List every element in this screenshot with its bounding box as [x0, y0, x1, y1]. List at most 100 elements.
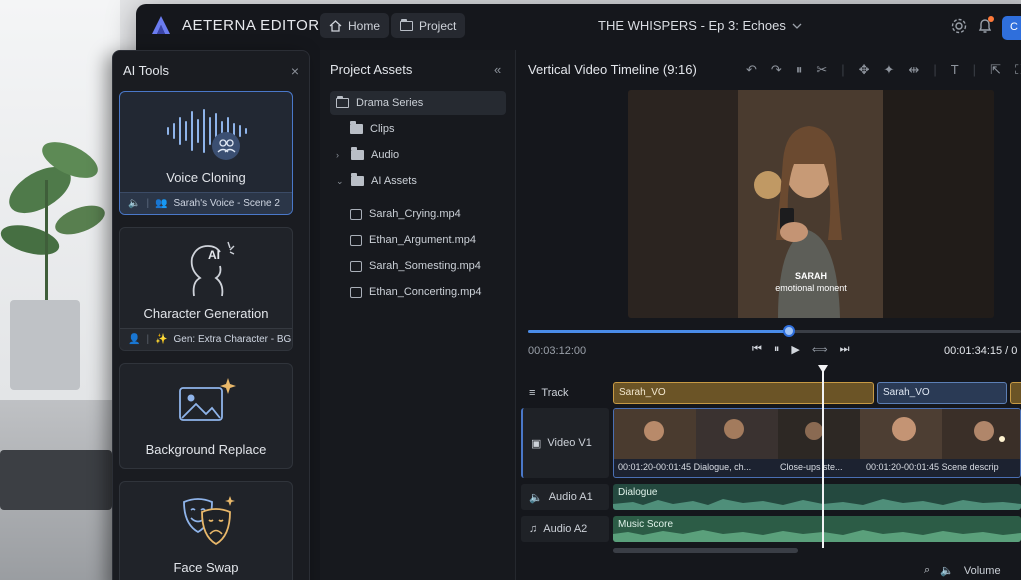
audio-track-1-label: Audio A1	[548, 491, 593, 503]
camera-icon: ▣	[531, 437, 542, 450]
folder-icon	[351, 173, 364, 186]
tree-item-ai-assets[interactable]: ⌄ AI Assets	[336, 169, 417, 193]
ai-glyph: AI	[208, 248, 220, 262]
voice-cloning-label: Voice Cloning	[166, 170, 246, 185]
home-icon	[329, 19, 342, 32]
video-segment-label: Close-ups ste...	[780, 462, 843, 472]
video-thumbnails	[614, 409, 1020, 459]
asset-file[interactable]: Ethan_Concerting.mp4	[350, 280, 482, 304]
volume-icon[interactable]: 🔈	[940, 564, 954, 577]
user-icon: 👤	[128, 334, 141, 345]
audio-track-1[interactable]: Dialogue	[613, 484, 1021, 510]
asset-file-label: Sarah_Crying.mp4	[369, 208, 461, 220]
audio-track-2-header[interactable]: ♫ Audio A2	[521, 516, 609, 542]
home-button[interactable]: Home	[320, 13, 390, 38]
video-track-label: Video V1	[547, 437, 592, 449]
tree-item-audio[interactable]: › Audio	[336, 143, 399, 167]
menu-icon[interactable]: ≡	[529, 387, 535, 399]
bottom-bar: ⌕ 🔈 Volume	[924, 564, 1001, 577]
tree-item-label: Audio	[371, 149, 400, 161]
audio-track-1-header[interactable]: 🔈 Audio A1	[521, 484, 609, 510]
project-label: Project	[419, 18, 457, 33]
background-replace-card[interactable]: Background Replace	[119, 363, 293, 469]
voice-cloning-sub[interactable]: 🔈 | 👥 Sarah's Voice - Scene 2	[120, 192, 292, 214]
character-generation-sub[interactable]: 👤 | ✨ Gen: Extra Character - BG	[120, 328, 292, 350]
timeline-title: Vertical Video Timeline (9:16)	[528, 62, 697, 77]
export-icon[interactable]: ⇱	[990, 62, 1001, 78]
project-title[interactable]: THE WHISPERS - Ep 3: Echoes	[598, 18, 802, 33]
voice-cloning-card[interactable]: Voice Cloning 🔈 | 👥 Sarah's Voice - Scen…	[119, 91, 293, 215]
project-button[interactable]: Project	[391, 13, 466, 38]
text-tool-icon[interactable]: T	[951, 62, 959, 78]
users-icon: 👥	[155, 198, 168, 209]
trim-icon[interactable]: ⇹	[908, 62, 919, 78]
video-track-header[interactable]: ▣ Video V1	[521, 408, 609, 478]
voice-over-clip[interactable]: Sarah_VO	[877, 382, 1007, 404]
audio-track-2-label: Audio A2	[543, 523, 588, 535]
background-plant	[0, 142, 105, 300]
zoom-icon[interactable]: ⌕	[924, 564, 930, 577]
scrubber-fill	[528, 330, 790, 333]
waveform-icon	[167, 109, 247, 160]
toolbar-divider: |	[841, 62, 845, 77]
video-track[interactable]: 00:01:20-00:01:45 Dialogue, ch... Close-…	[613, 408, 1021, 478]
move-icon[interactable]: ✥	[859, 62, 870, 78]
character-generation-sub-text: Gen: Extra Character - BG	[173, 334, 292, 345]
gear-icon[interactable]	[950, 17, 968, 35]
undo-icon[interactable]: ↶	[746, 62, 757, 78]
ai-tools-panel: AI Tools × Voice Cloning 🔈 | 👥 Sarah's V…	[112, 50, 310, 580]
app-logo: AETERNA EDITOR	[150, 14, 320, 36]
image-sparkle-icon	[179, 378, 236, 421]
scissors-icon[interactable]: ✂	[816, 62, 827, 78]
speaker-icon: 🔈	[128, 198, 141, 209]
asset-file[interactable]: Ethan_Argument.mp4	[350, 228, 476, 252]
asset-file-label: Sarah_Somesting.mp4	[369, 260, 481, 272]
redo-icon[interactable]: ↷	[771, 62, 782, 78]
tree-item-clips[interactable]: Clips	[350, 117, 394, 141]
magic-icon[interactable]: ✦	[884, 62, 895, 78]
fullscreen-icon[interactable]: ⛶	[1015, 62, 1021, 78]
folder-icon	[336, 96, 349, 108]
voice-cloning-sub-text: Sarah's Voice - Scene 2	[173, 198, 280, 209]
volume-label: Volume	[963, 564, 1001, 577]
audio-track-2[interactable]: Music Score	[613, 516, 1021, 542]
audio-waveform	[613, 499, 1021, 510]
video-file-icon	[350, 286, 362, 298]
scrubber-track[interactable]	[528, 325, 1021, 337]
collapse-icon[interactable]: «	[494, 62, 501, 77]
split-icon[interactable]: ⏸	[796, 62, 803, 78]
skip-back-icon[interactable]: ⏮	[752, 343, 762, 356]
background-keyboard	[0, 450, 112, 510]
project-title-text: THE WHISPERS - Ep 3: Echoes	[598, 18, 786, 33]
preview-caption-name: SARAH	[794, 271, 827, 281]
playhead[interactable]	[822, 368, 824, 548]
chevron-down-icon[interactable]: ⌄	[336, 176, 344, 187]
face-swap-card[interactable]: Face Swap	[119, 481, 293, 580]
voice-over-clip[interactable]: Sarah_VO	[613, 382, 874, 404]
timeline-scrollbar[interactable]	[613, 548, 798, 553]
preview-caption-text: emotional monent	[775, 283, 847, 293]
video-file-icon	[350, 234, 362, 246]
tree-item-drama-series[interactable]: Drama Series	[330, 91, 506, 115]
video-segment-label: 00:01:20-00:01:45 Dialogue, ch...	[618, 462, 752, 472]
loop-icon[interactable]: ⟺	[812, 343, 828, 356]
folder-icon	[351, 147, 364, 160]
pause-icon[interactable]: ⏸	[774, 343, 780, 356]
voice-over-clip-edge[interactable]	[1010, 382, 1021, 404]
track-header: ≡ Track	[521, 382, 609, 404]
share-button[interactable]: C	[1002, 16, 1021, 40]
transport-controls: ⏮ ⏸ ▶ ⟺ ⏭	[752, 343, 850, 356]
skip-forward-icon[interactable]: ⏭	[840, 343, 850, 356]
character-generation-card[interactable]: AI Character Generation 👤 | ✨ Gen: Extra…	[119, 227, 293, 351]
app-logo-text: AETERNA EDITOR	[182, 16, 320, 34]
project-assets-title: Project Assets	[330, 62, 413, 77]
chevron-down-icon	[792, 23, 802, 29]
asset-file[interactable]: Sarah_Crying.mp4	[350, 202, 461, 226]
chevron-right-icon[interactable]: ›	[336, 150, 344, 160]
notification-dot	[988, 16, 994, 22]
asset-file[interactable]: Sarah_Somesting.mp4	[350, 254, 481, 278]
video-preview[interactable]: SARAH emotional monent	[628, 90, 994, 318]
timeline-toolbar: ↶ ↷ ⏸ ✂ | ✥ ✦ ⇹ | T | ⇱ ⛶	[746, 62, 1021, 78]
close-icon[interactable]: ×	[291, 63, 299, 79]
play-icon[interactable]: ▶	[791, 343, 799, 356]
